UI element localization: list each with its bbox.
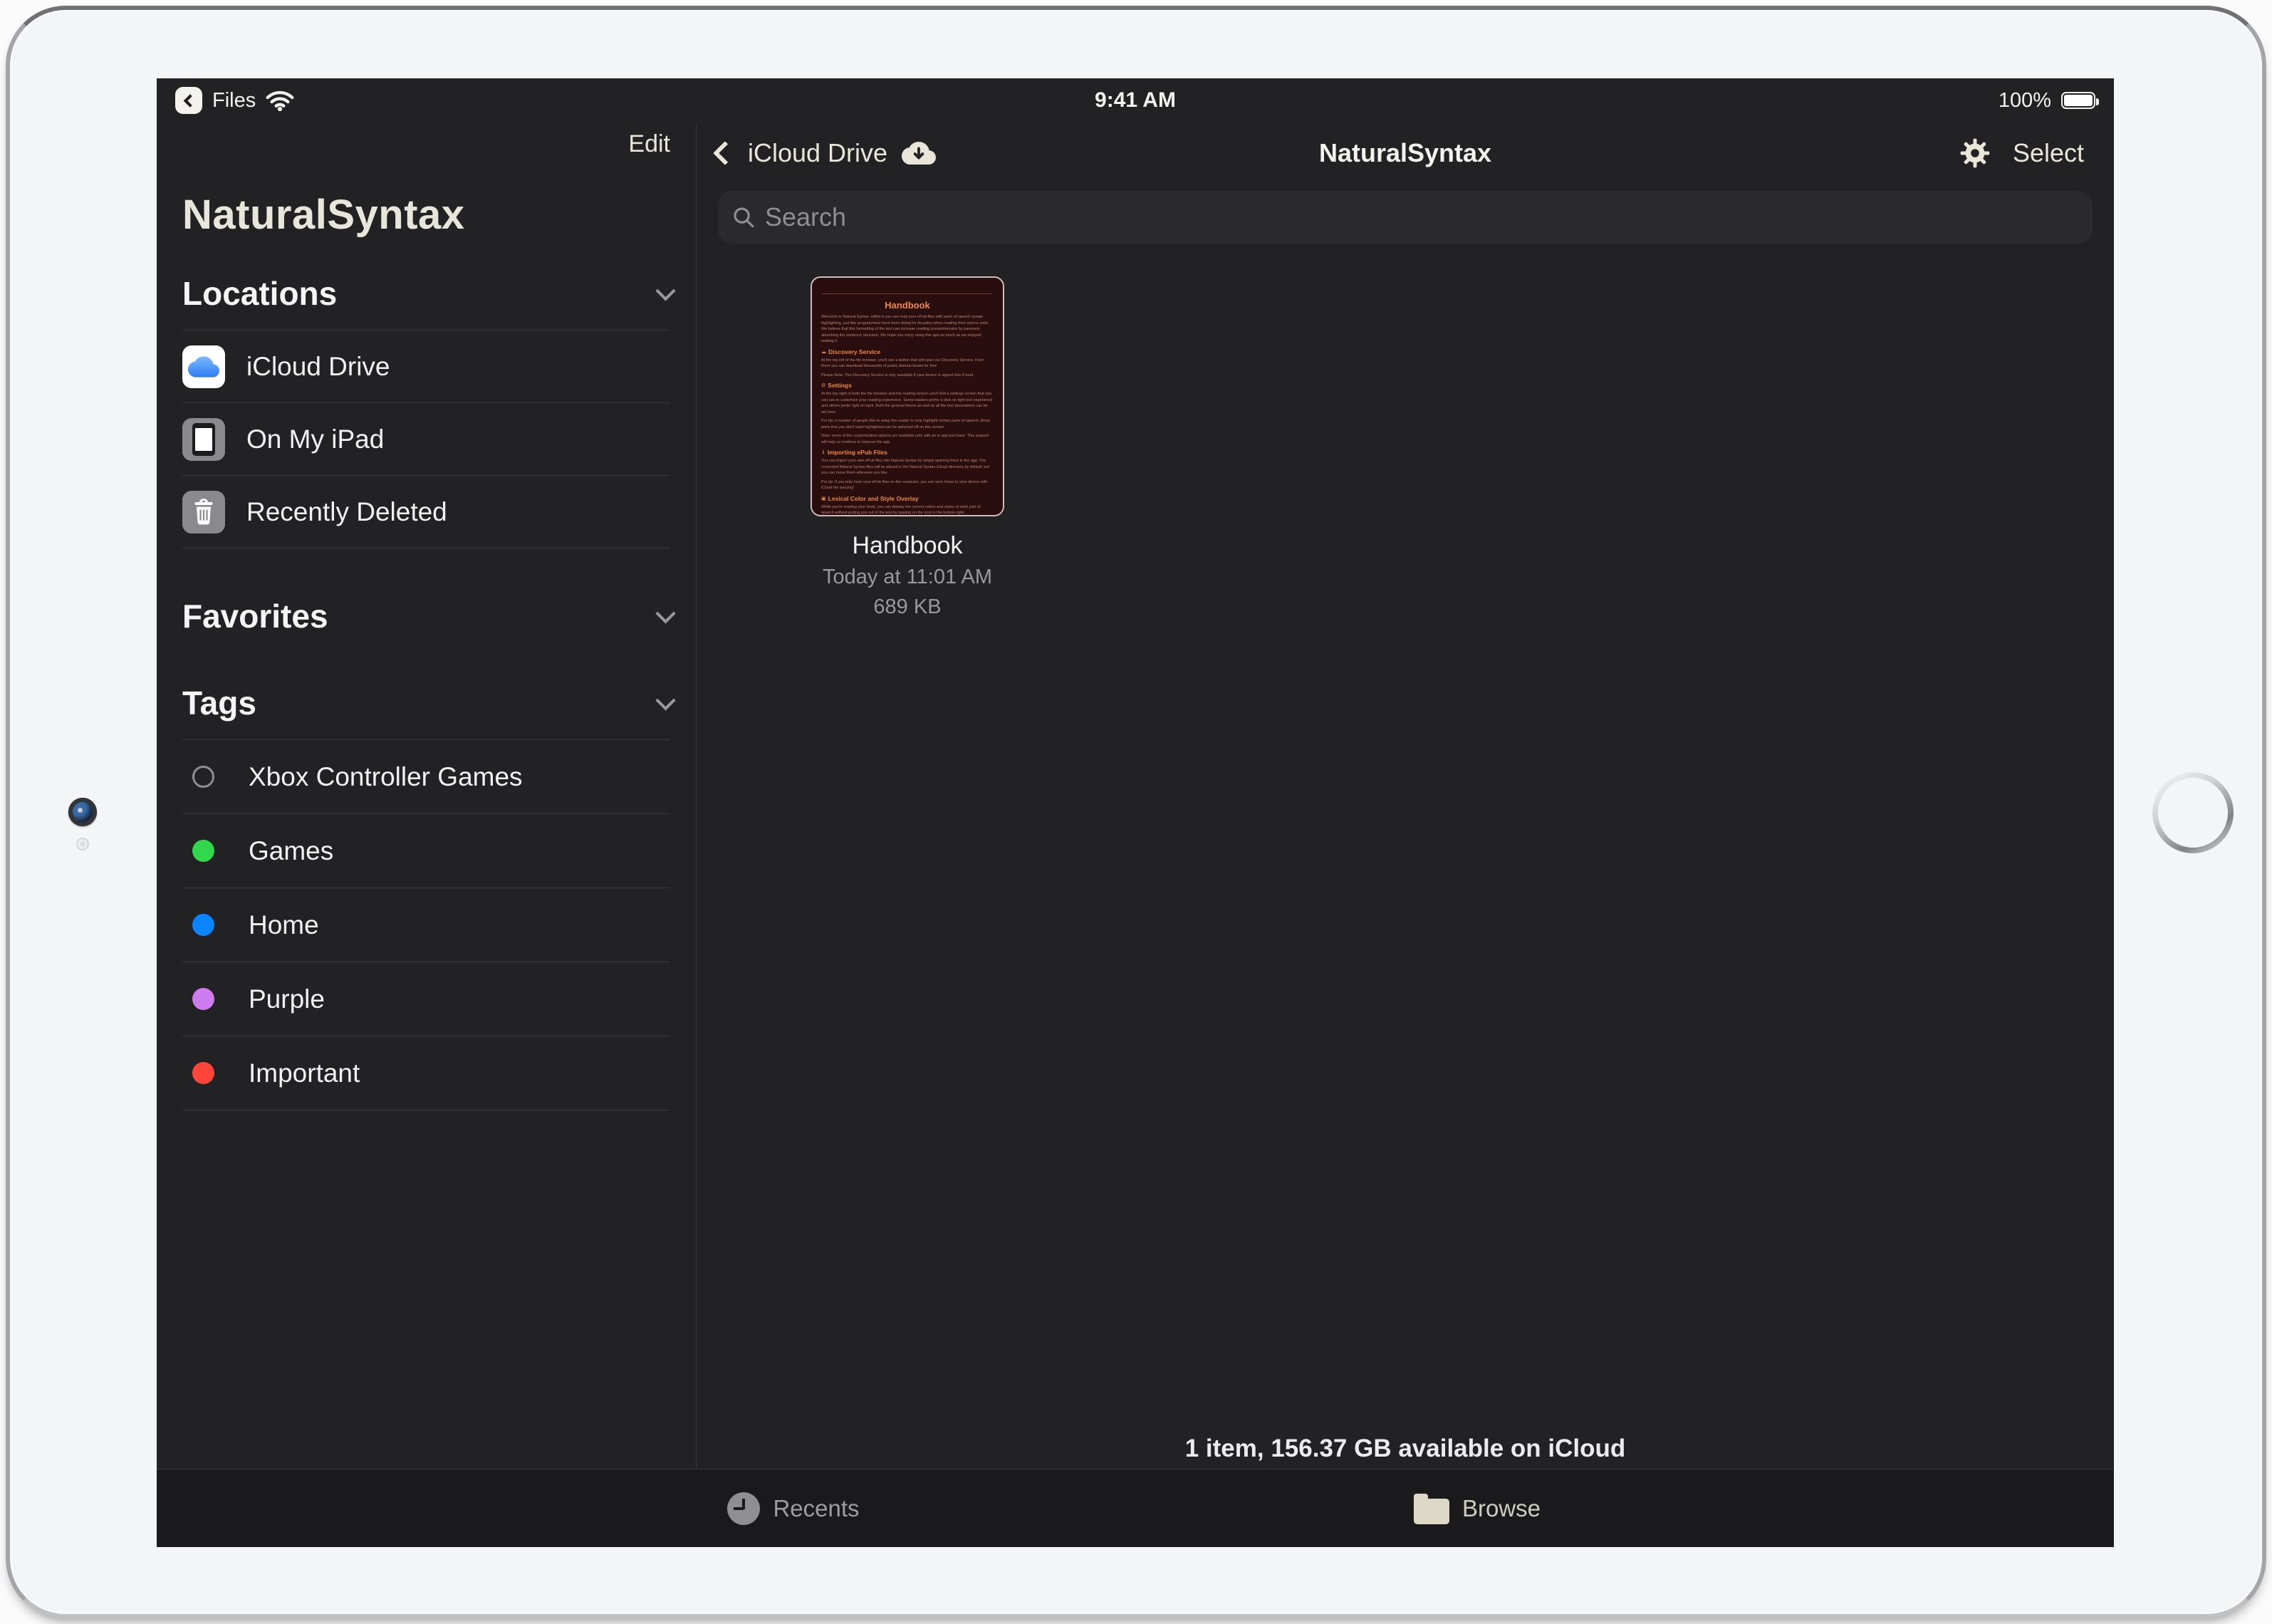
sidebar-item-icloud-drive[interactable]: iCloud Drive <box>182 330 670 402</box>
file-browser-pane: iCloud Drive NaturalSyntax <box>697 123 2114 1469</box>
thumbnail-title: Handbook <box>821 300 994 311</box>
wifi-icon <box>266 90 294 111</box>
sidebar: Edit NaturalSyntax Locations <box>157 123 697 1469</box>
gear-icon: ⚙ <box>821 382 825 388</box>
icloud-drive-icon <box>182 345 225 388</box>
sidebar-item-tag-games[interactable]: Games <box>182 814 670 888</box>
thumbnail-section-heading: ▣ Lexical Color and Style Overlay <box>821 495 994 502</box>
tag-color-dot <box>192 840 214 862</box>
overlay-icon: ▣ <box>821 496 826 501</box>
clock-time: 9:41 AM <box>1095 88 1176 113</box>
search-icon <box>732 206 755 229</box>
sidebar-item-tag-important[interactable]: Important <box>182 1036 670 1110</box>
tab-browse[interactable]: Browse <box>1263 1493 1691 1524</box>
section-header-tags[interactable]: Tags <box>182 684 670 722</box>
front-camera <box>68 798 97 826</box>
sidebar-item-on-my-ipad[interactable]: On My iPad <box>182 403 670 475</box>
back-to-app-label[interactable]: Files <box>212 89 256 113</box>
back-to-app-chevron-icon <box>183 94 196 107</box>
trash-icon <box>182 491 225 533</box>
tag-color-dot <box>192 914 214 936</box>
sidebar-item-tag-home[interactable]: Home <box>182 888 670 962</box>
page-title: NaturalSyntax <box>1319 138 1491 168</box>
gear-icon[interactable] <box>1959 137 1991 170</box>
ipad-icon <box>182 418 225 461</box>
navigation-bar: iCloud Drive NaturalSyntax <box>697 123 2114 184</box>
file-name: Handbook <box>811 532 1004 560</box>
home-button[interactable] <box>2152 772 2234 853</box>
tab-recents[interactable]: Recents <box>580 1492 1007 1525</box>
battery-percent: 100% <box>1999 89 2051 113</box>
clock-icon <box>727 1492 760 1525</box>
file-item-handbook[interactable]: Handbook Welcome to Natural Syntax, with… <box>811 276 1004 620</box>
screen: Files 9:41 AM 100% Edit <box>157 78 2114 1547</box>
cloud-download-icon[interactable] <box>902 140 936 166</box>
tag-color-dot <box>192 988 214 1010</box>
sidebar-item-recently-deleted[interactable]: Recently Deleted <box>182 476 670 548</box>
page: Files 9:41 AM 100% Edit <box>0 0 2272 1624</box>
file-thumbnail[interactable]: Handbook Welcome to Natural Syntax, with… <box>811 276 1004 516</box>
sidebar-item-tag-xbox-controller-games[interactable]: Xbox Controller Games <box>182 740 670 813</box>
file-grid: Handbook Welcome to Natural Syntax, with… <box>697 244 2114 1469</box>
edit-button[interactable]: Edit <box>628 130 670 158</box>
select-button[interactable]: Select <box>2013 138 2084 168</box>
thumbnail-rule <box>823 293 992 294</box>
import-icon: ↓ <box>821 449 825 455</box>
search-input[interactable] <box>765 202 2078 232</box>
file-modified: Today at 11:01 AM <box>811 565 1004 590</box>
cloud-icon: ☁ <box>821 349 826 355</box>
status-bar: Files 9:41 AM 100% <box>157 78 2114 123</box>
search-bar[interactable] <box>718 191 2093 244</box>
back-to-app-button[interactable] <box>175 87 202 114</box>
thumbnail-section-heading: ↓ Importing ePub Files <box>821 449 994 456</box>
tab-bar: Recents Browse <box>157 1469 2114 1547</box>
section-header-favorites[interactable]: Favorites <box>182 597 670 635</box>
back-button[interactable]: iCloud Drive <box>716 123 936 184</box>
light-sensor <box>76 838 89 850</box>
sidebar-item-tag-purple[interactable]: Purple <box>182 962 670 1036</box>
status-footer: 1 item, 156.37 GB available on iCloud <box>697 1435 2114 1463</box>
battery-icon <box>2061 92 2095 109</box>
camera-glint <box>78 808 83 813</box>
tag-color-dot <box>192 1062 214 1084</box>
file-size: 689 KB <box>811 595 1004 620</box>
chevron-down-icon <box>655 690 675 710</box>
thumbnail-section-heading: ⚙ Settings <box>821 382 994 389</box>
folder-icon <box>1414 1499 1449 1524</box>
chevron-down-icon <box>655 603 675 623</box>
section-header-locations[interactable]: Locations <box>182 274 670 313</box>
tag-color-dot <box>192 766 214 788</box>
thumbnail-section-heading: ☁ Discovery Service <box>821 348 994 355</box>
app-title: NaturalSyntax <box>182 191 670 239</box>
chevron-down-icon <box>655 281 675 301</box>
back-chevron-icon <box>713 141 737 165</box>
